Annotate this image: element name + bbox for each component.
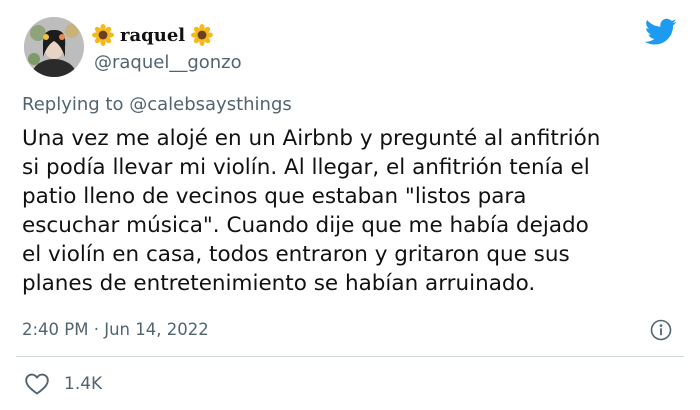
divider: [16, 356, 684, 357]
sunflower-icon: [92, 24, 114, 46]
tweet-card: raquel @raquel__gonzo Replying to @caleb…: [0, 0, 700, 410]
avatar[interactable]: [24, 17, 84, 77]
tweet-text-line: planes de entretenimiento se habían arru…: [22, 271, 536, 296]
tweet-text-line: escuchar música". Cuando dije que me hab…: [22, 213, 589, 238]
like-count: 1.4K: [64, 374, 103, 394]
like-button[interactable]: 1.4K: [24, 370, 102, 398]
reply-mention-link[interactable]: @calebsaysthings: [129, 94, 292, 115]
display-name[interactable]: raquel: [92, 20, 214, 50]
user-handle[interactable]: @raquel__gonzo: [94, 52, 242, 73]
tweet-timestamp[interactable]: 2:40 PM · Jun 14, 2022: [22, 320, 209, 339]
tweet-text-line: el violín en casa, todos entraron y grit…: [22, 242, 570, 267]
replying-to-prefix: Replying to: [22, 94, 130, 115]
tweet-text-line: si podía llevar mi violín. Al llegar, el…: [22, 155, 590, 180]
display-name-text: raquel: [120, 24, 186, 46]
tweet-text: Una vez me alojé en un Airbnb y pregunté…: [22, 124, 682, 298]
sunflower-icon: [191, 24, 214, 46]
info-icon[interactable]: [650, 319, 672, 341]
replying-to: Replying to @calebsaysthings: [22, 94, 292, 115]
heart-icon: [24, 372, 50, 396]
tweet-text-line: patio lleno de vecinos que estaban "list…: [22, 184, 527, 209]
twitter-bird-icon[interactable]: [645, 18, 677, 46]
tweet-text-line: Una vez me alojé en un Airbnb y pregunté…: [22, 126, 601, 151]
